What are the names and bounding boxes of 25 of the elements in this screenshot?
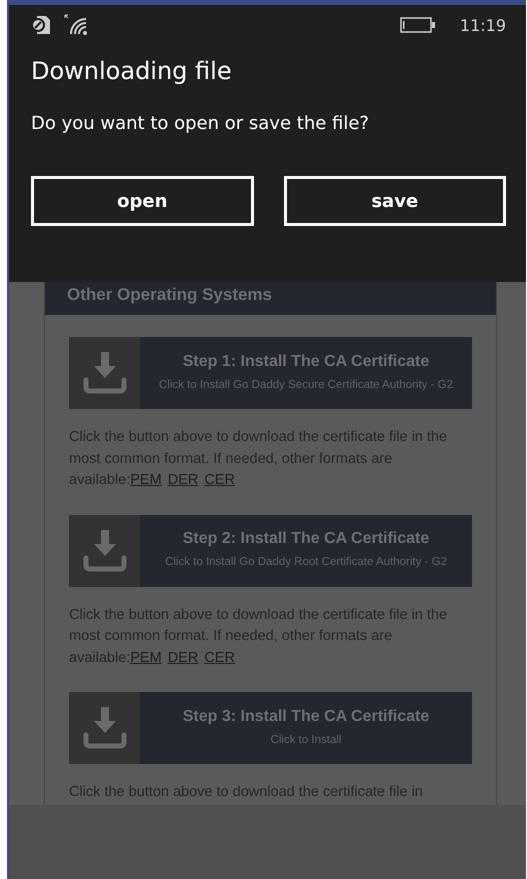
- install-step-button[interactable]: Step 1: Install The CA Certificate Click to Install Go Daddy Secure Certificate Authority - G2: [69, 337, 472, 409]
- format-link[interactable]: DER: [168, 650, 198, 666]
- step-subtitle: Click to Install: [270, 732, 342, 748]
- step-subtitle: Click to Install Go Daddy Secure Certificate Authority - G2: [158, 378, 453, 393]
- open-button[interactable]: open: [31, 176, 254, 226]
- download-icon: [82, 707, 126, 749]
- dialog-title: Downloading file: [31, 57, 233, 85]
- dialog-message: Do you want to open or save the file?: [31, 113, 370, 134]
- clock-time: 11:19: [460, 16, 506, 34]
- download-icon: [82, 352, 126, 394]
- step-subtitle: Click to Install Go Daddy Root Certificate Authority - G2: [165, 555, 447, 570]
- format-link[interactable]: PEM: [130, 650, 162, 666]
- format-link[interactable]: CER: [204, 650, 235, 666]
- format-link[interactable]: CER: [204, 472, 235, 488]
- step-title: Step 1: Install The CA Certificate: [182, 352, 430, 371]
- download-icon: [82, 530, 126, 572]
- step-title: Step 2: Install The CA Certificate: [182, 530, 430, 548]
- install-step-button[interactable]: Step 2: Install The CA Certificate Click to Install Go Daddy Root Certificate Authority - G2: [69, 514, 472, 586]
- format-link[interactable]: DER: [168, 472, 198, 488]
- install-step-button[interactable]: Step 3: Install The CA Certificate Click to Install: [69, 692, 472, 764]
- battery-icon: [400, 17, 436, 33]
- sim-icon: [31, 15, 51, 35]
- step-title: Step 3: Install The CA Certificate: [182, 708, 430, 726]
- save-button[interactable]: save: [284, 176, 506, 226]
- format-link[interactable]: PEM: [130, 472, 162, 488]
